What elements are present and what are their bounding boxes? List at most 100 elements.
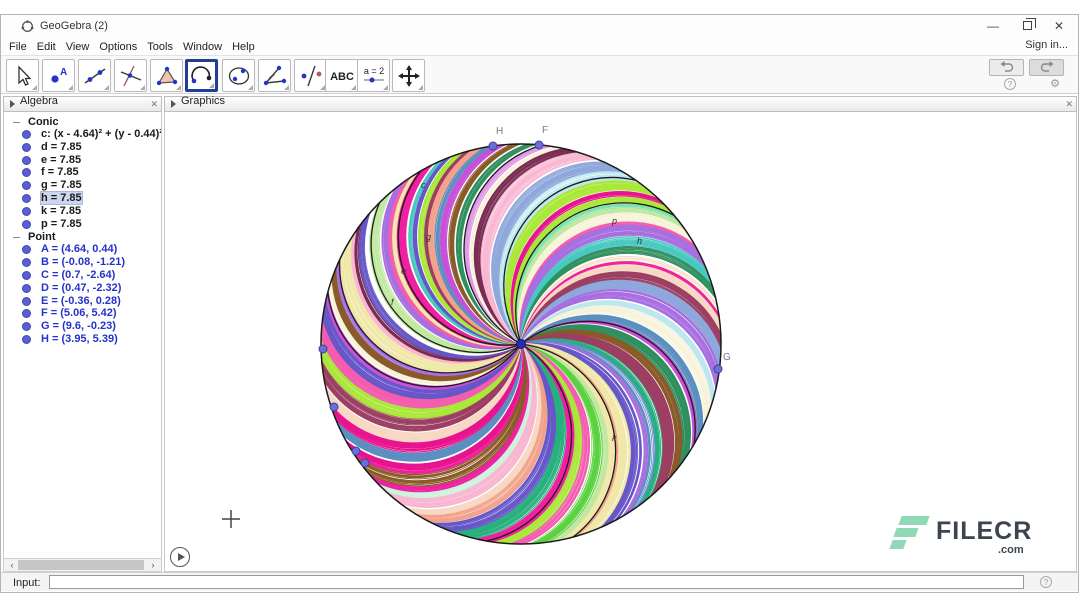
- algebra-item[interactable]: E = (-0.36, 0.28): [4, 295, 161, 308]
- app-window: GeoGebra (2) — ✕ FileEditViewOptionsTool…: [0, 14, 1079, 593]
- graphics-panel-header[interactable]: Graphics ✕: [164, 96, 1077, 112]
- tool-perpendicular-line-button[interactable]: [114, 59, 147, 92]
- play-animation-button[interactable]: [170, 547, 190, 567]
- tool-point-button[interactable]: A: [42, 59, 75, 92]
- redo-button[interactable]: [1029, 59, 1064, 76]
- visibility-bullet-icon[interactable]: [22, 156, 31, 165]
- visibility-bullet-icon[interactable]: [22, 245, 31, 254]
- sign-in-link[interactable]: Sign in...: [1025, 39, 1068, 51]
- visibility-bullet-icon[interactable]: [22, 284, 31, 293]
- point-icon: A: [46, 63, 72, 89]
- algebra-item[interactable]: G = (9.6, -0.23): [4, 320, 161, 333]
- polygon-icon: [154, 63, 180, 89]
- menu-item-help[interactable]: Help: [227, 39, 260, 55]
- settings-gear-icon[interactable]: ⚙: [1050, 77, 1060, 90]
- tool-ellipse-button[interactable]: [222, 59, 255, 92]
- svg-text:a = 2: a = 2: [363, 66, 383, 76]
- menu-item-tools[interactable]: Tools: [142, 39, 178, 55]
- scrollbar-thumb[interactable]: [18, 560, 144, 570]
- tool-move-graphics-view-button[interactable]: [392, 59, 425, 92]
- visibility-bullet-icon[interactable]: [22, 322, 31, 331]
- help-icon[interactable]: ?: [1004, 78, 1016, 90]
- input-help-icon[interactable]: ?: [1040, 576, 1052, 588]
- point-edge[interactable]: [352, 447, 360, 455]
- visibility-bullet-icon[interactable]: [22, 335, 31, 344]
- point-center[interactable]: [517, 340, 526, 349]
- visibility-bullet-icon[interactable]: [22, 194, 31, 203]
- algebra-item[interactable]: A = (4.64, 0.44): [4, 243, 161, 256]
- perpendicular-line-icon: [118, 63, 144, 89]
- tool-line-button[interactable]: [78, 59, 111, 92]
- point-H[interactable]: [489, 142, 497, 150]
- svg-text:h: h: [637, 236, 642, 246]
- tool-polygon-button[interactable]: [150, 59, 183, 92]
- algebra-item[interactable]: p = 7.85: [4, 218, 161, 231]
- tool-slider-button[interactable]: a = 2: [357, 59, 390, 92]
- svg-text:e: e: [401, 266, 406, 276]
- restore-button[interactable]: [1014, 17, 1040, 35]
- swirl-figure[interactable]: cgefphkHFG: [165, 112, 1077, 572]
- algebra-panel-title: Algebra: [20, 95, 58, 107]
- tool-reflect-button[interactable]: [294, 59, 327, 92]
- algebra-item[interactable]: h = 7.85: [4, 192, 161, 205]
- svg-text:F: F: [542, 125, 548, 136]
- scroll-right-arrow[interactable]: ›: [147, 559, 159, 571]
- menu-item-options[interactable]: Options: [94, 39, 142, 55]
- algebra-close-icon[interactable]: ✕: [150, 99, 158, 110]
- input-bar: Input: ?: [1, 572, 1078, 591]
- point-F[interactable]: [535, 141, 543, 149]
- undo-icon: [999, 60, 1015, 73]
- scroll-left-arrow[interactable]: ‹: [6, 559, 18, 571]
- point-edge[interactable]: [330, 403, 338, 411]
- algebra-item[interactable]: d = 7.85: [4, 141, 161, 154]
- close-button[interactable]: ✕: [1046, 17, 1072, 35]
- menu-item-view[interactable]: View: [61, 39, 95, 55]
- undo-button[interactable]: [989, 59, 1024, 76]
- graphics-view[interactable]: cgefphkHFG: [164, 112, 1077, 572]
- crosshair-cursor: [222, 510, 240, 528]
- tool-text-button[interactable]: ABC: [325, 59, 358, 92]
- visibility-bullet-icon[interactable]: [22, 207, 31, 216]
- algebra-item[interactable]: g = 7.85: [4, 179, 161, 192]
- tool-circular-arc-button[interactable]: [185, 59, 218, 92]
- algebra-item[interactable]: F = (5.06, 5.42): [4, 307, 161, 320]
- move-cursor-icon: [10, 63, 36, 89]
- input-field[interactable]: [49, 575, 1024, 589]
- visibility-bullet-icon[interactable]: [22, 143, 31, 152]
- menu-item-window[interactable]: Window: [178, 39, 227, 55]
- collapse-icon[interactable]: [13, 122, 20, 123]
- algebra-group-point[interactable]: Point: [4, 230, 161, 243]
- point-edge[interactable]: [319, 345, 327, 353]
- algebra-item[interactable]: c: (x - 4.64)² + (y - 0.44)² = 25: [4, 128, 161, 141]
- algebra-item[interactable]: H = (3.95, 5.39): [4, 333, 161, 346]
- visibility-bullet-icon[interactable]: [22, 258, 31, 267]
- algebra-panel-header[interactable]: Algebra ✕: [3, 96, 162, 112]
- visibility-bullet-icon[interactable]: [22, 271, 31, 280]
- point-G[interactable]: [714, 365, 722, 373]
- algebra-item[interactable]: f = 7.85: [4, 166, 161, 179]
- algebra-group-conic[interactable]: Conic: [4, 115, 161, 128]
- algebra-horizontal-scrollbar[interactable]: ‹ ›: [3, 558, 162, 572]
- visibility-bullet-icon[interactable]: [22, 220, 31, 229]
- graphics-close-icon[interactable]: ✕: [1065, 99, 1073, 110]
- tool-move-button[interactable]: [6, 59, 39, 92]
- algebra-tree: Conicc: (x - 4.64)² + (y - 0.44)² = 25d …: [4, 115, 161, 346]
- tool-angle-button[interactable]: [258, 59, 291, 92]
- menu-item-file[interactable]: File: [4, 39, 32, 55]
- algebra-item[interactable]: e = 7.85: [4, 154, 161, 167]
- visibility-bullet-icon[interactable]: [22, 297, 31, 306]
- visibility-bullet-icon[interactable]: [22, 130, 31, 139]
- visibility-bullet-icon[interactable]: [22, 181, 31, 190]
- algebra-item[interactable]: C = (0.7, -2.64): [4, 269, 161, 282]
- algebra-item[interactable]: B = (-0.08, -1.21): [4, 256, 161, 269]
- visibility-bullet-icon[interactable]: [22, 168, 31, 177]
- slider-icon: a = 2: [359, 63, 389, 89]
- minimize-button[interactable]: —: [980, 17, 1006, 35]
- point-edge[interactable]: [361, 459, 369, 467]
- collapse-icon[interactable]: [13, 237, 20, 238]
- move-view-icon: [396, 63, 422, 89]
- visibility-bullet-icon[interactable]: [22, 309, 31, 318]
- algebra-item[interactable]: k = 7.85: [4, 205, 161, 218]
- menu-item-edit[interactable]: Edit: [32, 39, 61, 55]
- algebra-item[interactable]: D = (0.47, -2.32): [4, 282, 161, 295]
